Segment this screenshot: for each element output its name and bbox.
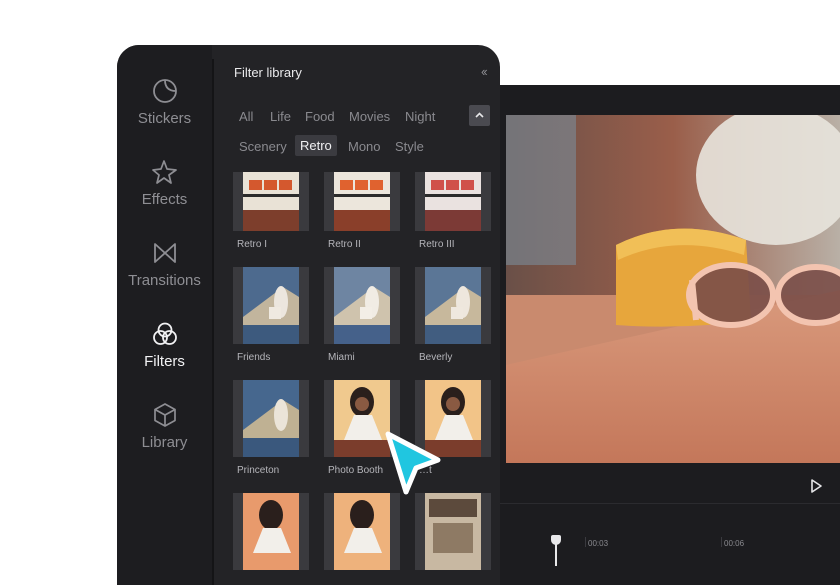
sticker-icon (152, 79, 177, 103)
filter-label: Retro I (237, 239, 268, 250)
filter-thumbnail[interactable] (233, 267, 309, 344)
filter-preview-image (334, 267, 390, 344)
preview-image (506, 115, 840, 463)
double-chevron-left-icon[interactable]: ‹‹ (481, 64, 488, 79)
filter-preview-image (425, 493, 481, 570)
filter-label: Princeton (237, 465, 280, 476)
cube-icon (153, 403, 176, 427)
video-preview[interactable] (506, 115, 840, 463)
filter-preview-image (243, 493, 299, 570)
filter-thumbnail[interactable] (233, 172, 309, 231)
filter-thumbnail[interactable] (324, 267, 400, 344)
category-mono[interactable]: Mono (348, 139, 381, 154)
category-style[interactable]: Style (395, 139, 424, 154)
filter-preview-image (243, 172, 299, 231)
category-scenery[interactable]: Scenery (239, 139, 287, 154)
filter-preview-image (334, 172, 390, 231)
rail-item-filters[interactable]: Filters (117, 321, 212, 370)
category-retro[interactable]: Retro (295, 135, 337, 156)
filter-label: Friends (237, 352, 271, 363)
timeline-tick-label: 00:06 (724, 539, 745, 548)
category-night[interactable]: Night (405, 109, 435, 124)
rail-item-label: Transitions (128, 272, 201, 289)
filter-thumbnail[interactable] (324, 493, 400, 570)
side-rail: Stickers Effects Transitions Filters Lib… (117, 45, 212, 585)
filter-panel: Stickers Effects Transitions Filters Lib… (117, 45, 500, 585)
timeline-tick (585, 537, 586, 547)
rail-item-label: Library (141, 434, 188, 451)
filter-preview-image (425, 172, 481, 231)
filter-label: Photo Booth (328, 465, 384, 476)
rail-item-label: Filters (144, 353, 185, 370)
filters-circles-icon (152, 322, 177, 345)
rail-item-stickers[interactable]: Stickers (117, 78, 212, 127)
timeline-tick (721, 537, 722, 547)
rail-item-effects[interactable]: Effects (117, 159, 212, 208)
rail-item-transitions[interactable]: Transitions (117, 240, 212, 289)
filter-label: Retro III (419, 239, 455, 250)
rail-item-label: Stickers (137, 110, 192, 127)
filter-thumbnail[interactable] (415, 493, 491, 570)
filter-preview-image (334, 493, 390, 570)
category-food[interactable]: Food (305, 109, 335, 124)
filter-preview-image (425, 267, 481, 344)
sparkle-star-icon (151, 160, 177, 184)
rail-divider (212, 59, 214, 585)
filter-label: Retro II (328, 239, 361, 250)
category-collapse-button[interactable] (469, 105, 490, 126)
filter-thumbnail[interactable] (233, 493, 309, 570)
filter-thumbnail[interactable] (415, 267, 491, 344)
panel-title: Filter library (234, 65, 302, 80)
filter-label: Miami (328, 352, 355, 363)
timeline-divider (500, 503, 840, 504)
filter-preview-image (243, 267, 299, 344)
filter-thumbnail[interactable] (415, 172, 491, 231)
filter-preview-image (243, 380, 299, 457)
filter-label: Beverly (419, 352, 453, 363)
category-all[interactable]: All (239, 109, 253, 124)
rail-item-library[interactable]: Library (117, 402, 212, 451)
pointer-cursor-icon (385, 431, 441, 495)
bowtie-icon (153, 243, 176, 263)
timeline-tick-label: 00:03 (588, 539, 609, 548)
playhead-handle[interactable] (551, 535, 561, 545)
play-button[interactable] (808, 478, 824, 494)
filter-thumbnail[interactable] (233, 380, 309, 457)
filter-thumbnail[interactable] (324, 172, 400, 231)
rail-item-label: Effects (141, 191, 188, 208)
category-movies[interactable]: Movies (349, 109, 390, 124)
chevron-up-icon (475, 112, 484, 118)
category-life[interactable]: Life (270, 109, 291, 124)
play-icon (811, 479, 822, 493)
